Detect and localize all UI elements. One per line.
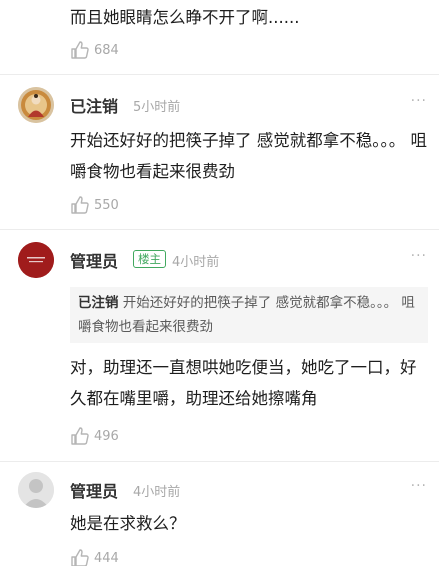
- timestamp: 5小时前: [133, 100, 181, 115]
- more-options-icon[interactable]: ···: [411, 93, 427, 109]
- like-button[interactable]: 444: [70, 546, 119, 566]
- comment-item: 管理员 4小时前 ··· 她是在求救么？ 444: [0, 462, 439, 566]
- like-count: 684: [94, 42, 119, 58]
- like-count: 444: [94, 550, 119, 566]
- avatar[interactable]: [18, 87, 54, 123]
- more-options-icon[interactable]: ···: [411, 248, 427, 264]
- avatar[interactable]: [18, 242, 54, 278]
- comment-item: 而且她眼睛怎么睁不开了啊...... 684: [0, 0, 439, 72]
- thumbs-up-icon: [71, 427, 89, 445]
- timestamp: 4小时前: [133, 485, 181, 500]
- quoted-reply[interactable]: 已注销 开始还好好的把筷子掉了 感觉就都拿不稳。。。 咀嚼食物也看起来很费劲: [70, 287, 428, 343]
- op-badge: 楼主: [133, 250, 166, 268]
- username[interactable]: 管理员: [70, 248, 118, 272]
- quoted-text: 开始还好好的把筷子掉了 感觉就都拿不稳。。。 咀嚼食物也看起来很费劲: [78, 295, 415, 335]
- default-user-icon: [18, 472, 54, 508]
- like-button[interactable]: 684: [70, 38, 119, 62]
- thumbs-up-icon: [71, 41, 89, 59]
- comment-text: 而且她眼睛怎么睁不开了啊......: [70, 8, 300, 27]
- comment-text: 对，助理还一直想哄她吃便当，她吃了一口，好久都在嘴里嚼，助理还给她擦嘴角: [70, 358, 417, 408]
- like-button[interactable]: 550: [70, 193, 119, 217]
- thumbs-up-icon: [71, 549, 89, 566]
- quoted-username: 已注销: [78, 295, 119, 311]
- avatar[interactable]: [18, 472, 54, 508]
- comment-item: 已注销 5小时前 ··· 开始还好好的把筷子掉了 感觉就都拿不稳。。。 咀嚼食物…: [0, 75, 439, 228]
- comment-text: 开始还好好的把筷子掉了 感觉就都拿不稳。。。 咀嚼食物也看起来很费劲: [70, 131, 427, 181]
- brand-logo-icon: [18, 242, 54, 278]
- buddha-portrait-icon: [18, 87, 54, 123]
- timestamp: 4小时前: [172, 255, 220, 270]
- comment-text: 她是在求救么？: [70, 514, 186, 533]
- thumbs-up-icon: [71, 196, 89, 214]
- username[interactable]: 已注销: [70, 93, 118, 117]
- username[interactable]: 管理员: [70, 478, 118, 502]
- more-options-icon[interactable]: ···: [411, 478, 427, 494]
- like-count: 496: [94, 428, 119, 444]
- like-count: 550: [94, 197, 119, 213]
- like-button[interactable]: 496: [70, 424, 119, 448]
- comment-item: 管理员 楼主 4小时前 ··· 已注销 开始还好好的把筷子掉了 感觉就都拿不稳。…: [0, 230, 439, 460]
